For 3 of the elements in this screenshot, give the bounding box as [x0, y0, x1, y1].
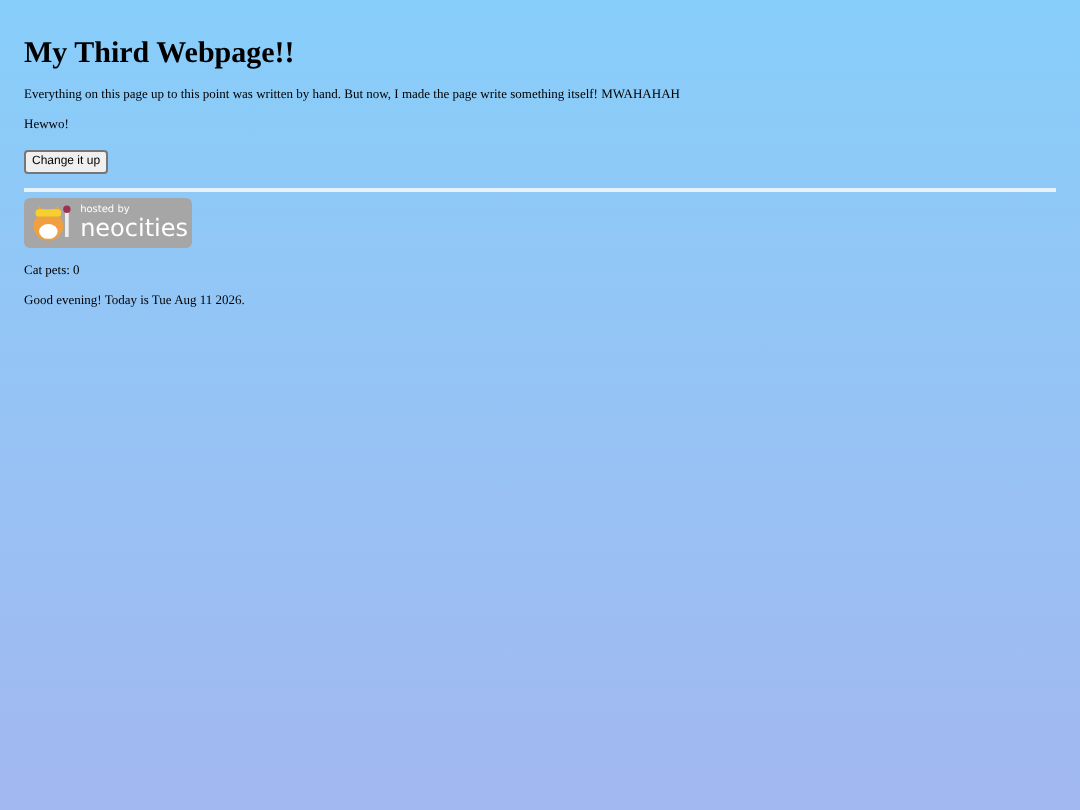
page-heading: My Third Webpage!!: [24, 40, 295, 70]
cat-icon: [28, 201, 77, 245]
badge-title: neocities: [80, 216, 188, 240]
